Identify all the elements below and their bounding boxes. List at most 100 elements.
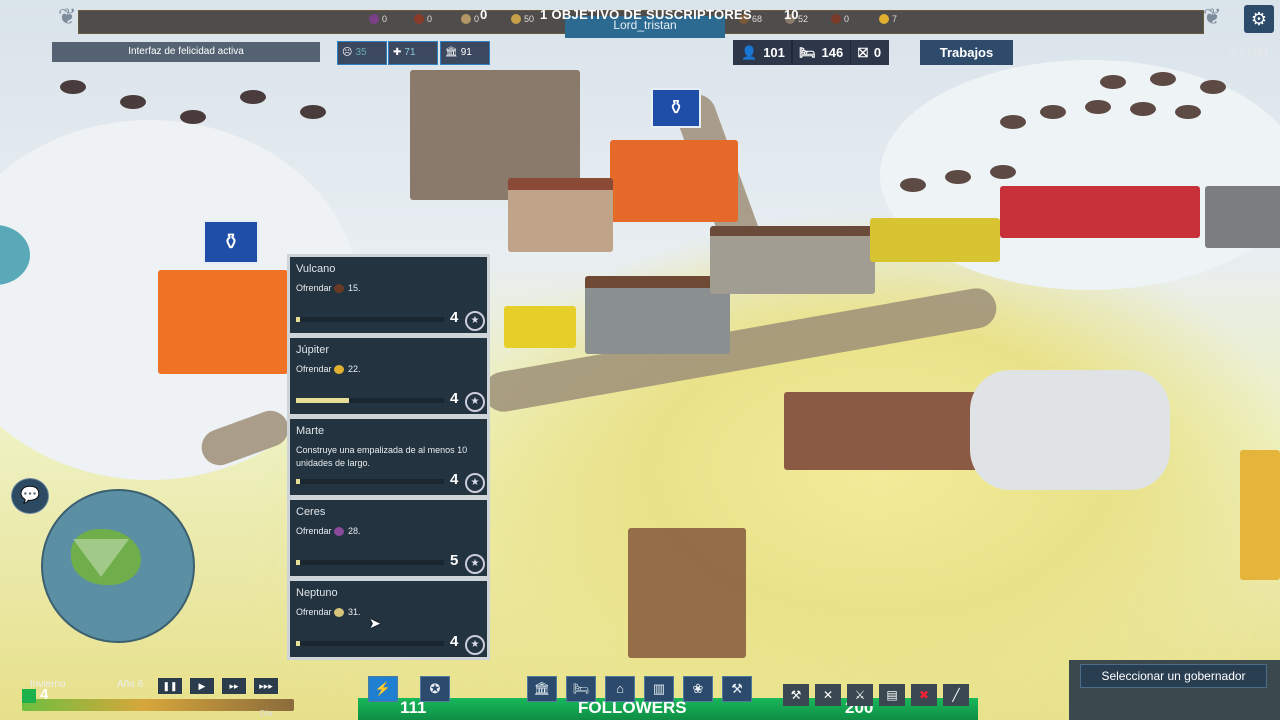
fish-icon <box>333 608 344 618</box>
quarry-pit <box>784 392 984 470</box>
day-progress-bar <box>22 699 294 711</box>
build-tools-button[interactable]: ⚒ <box>722 676 752 702</box>
resource-grapes[interactable]: 0 <box>369 14 387 24</box>
resource-meat[interactable]: 0 <box>414 14 432 24</box>
sword-icon: ⚔ <box>854 688 866 702</box>
favor-star-icon: ★ <box>465 554 485 574</box>
favor-star-icon: ★ <box>465 392 485 412</box>
god-progress-bar <box>296 479 444 484</box>
new-citizen-icon <box>22 689 36 703</box>
god-requirement: Ofrendar 31. <box>296 607 361 618</box>
resource-coin[interactable]: 7 <box>879 14 897 24</box>
housing-stat[interactable]: 🛏 146 <box>791 40 852 65</box>
god-requirement: Ofrendar 22. <box>296 364 361 375</box>
resource-pottery[interactable]: 0 <box>831 14 849 24</box>
mask-icon: ☹ <box>342 47 353 58</box>
god-requirement: Ofrendar 28. <box>296 526 361 537</box>
god-card-ceres[interactable]: Ceres Ofrendar 28. 5 ★ <box>290 500 487 576</box>
spear-icon: ╱ <box>952 688 960 702</box>
year-label: Año 6 <box>117 679 144 690</box>
building-orange <box>158 270 288 374</box>
wall-button[interactable]: ▤ <box>879 684 905 706</box>
version-label: 0.7.1781 <box>1230 47 1269 58</box>
tree <box>1100 75 1126 89</box>
god-progress-fill <box>296 398 350 403</box>
fast-forward-button[interactable]: ▸▸ <box>222 678 246 694</box>
gear-icon: ⚙ <box>1250 9 1268 29</box>
tree <box>1040 105 1066 119</box>
forum <box>710 226 875 294</box>
fast-forward-icon: ▸▸ <box>229 681 239 691</box>
bed-icon: 🛏 <box>799 45 816 60</box>
building-side <box>1240 450 1280 580</box>
tree <box>990 165 1016 179</box>
god-progress-bar <box>296 560 444 565</box>
tree <box>1130 102 1156 116</box>
rock-outcrop <box>970 370 1170 490</box>
power-button[interactable]: ⚡ <box>368 676 398 702</box>
health-stat[interactable]: ✚ 71 <box>388 41 438 65</box>
laurel-icon: ✪ <box>429 681 441 696</box>
god-progress-fill <box>296 641 301 646</box>
god-level: 4 <box>450 633 459 650</box>
temple-marker-icon[interactable]: ⚱ <box>203 220 259 264</box>
tree <box>1175 105 1201 119</box>
pause-button[interactable]: ❚❚ <box>158 678 182 694</box>
resource-fish[interactable]: 0 <box>461 14 479 24</box>
mouse-cursor-icon: ➤ <box>369 615 381 631</box>
jobs-button[interactable]: Trabajos <box>920 40 1013 65</box>
god-progress-bar <box>296 398 444 403</box>
god-card-vulcano[interactable]: Vulcano Ofrendar 15. 4 ★ <box>290 257 487 333</box>
game-world[interactable]: ⚱ ⚱ <box>0 0 1280 720</box>
god-card-neptuno[interactable]: Neptuno Ofrendar 31. 4 ★ <box>290 581 487 657</box>
civic-stat[interactable]: 🏛 91 <box>440 41 490 65</box>
chat-button[interactable]: 💬 <box>11 478 49 514</box>
resource-bread[interactable]: 50 <box>511 14 534 24</box>
jobless-stat[interactable]: ⛝ 0 <box>850 40 890 65</box>
god-card-marte[interactable]: Marte Construye una empalizada de al men… <box>290 419 487 495</box>
wheat-icon: ❀ <box>692 681 704 696</box>
wall-icon: ▤ <box>886 688 898 702</box>
tool-button[interactable]: ⚒ <box>783 684 809 706</box>
god-name: Marte <box>296 425 325 437</box>
god-level: 4 <box>450 390 459 407</box>
demolish-button[interactable]: ✕ <box>815 684 841 706</box>
build-arch-button[interactable]: ⌂ <box>605 676 635 702</box>
building-yellow <box>504 306 576 348</box>
new-citizen-count: 4 <box>40 686 49 703</box>
tree <box>300 105 326 119</box>
temple-icon: 🏛 <box>533 681 551 696</box>
temple-marker-icon[interactable]: ⚱ <box>651 88 701 128</box>
tree <box>240 90 266 104</box>
god-card-jupiter[interactable]: Júpiter Ofrendar 22. 4 ★ <box>290 338 487 414</box>
build-farm-button[interactable]: ❀ <box>683 676 713 702</box>
favor-button[interactable]: ✪ <box>420 676 450 702</box>
god-name: Vulcano <box>296 263 336 275</box>
build-housing-button[interactable]: 🛏 <box>566 676 596 702</box>
minimap[interactable] <box>41 489 195 643</box>
person-icon: 👤 <box>741 45 758 60</box>
happiness-stat[interactable]: ☹ 35 <box>337 41 387 65</box>
tree <box>900 178 926 192</box>
sword-button[interactable]: ⚔ <box>847 684 873 706</box>
spear-button[interactable]: ╱ <box>943 684 969 706</box>
objective-current: 0 <box>480 7 488 22</box>
favor-star-icon: ★ <box>465 473 485 493</box>
day-label: Día <box>260 709 273 718</box>
god-progress-bar <box>296 317 444 322</box>
favor-star-icon: ★ <box>465 311 485 331</box>
pause-icon: ❚❚ <box>162 681 178 691</box>
play-button[interactable]: ▶ <box>190 678 214 694</box>
cancel-button[interactable]: ✖ <box>911 684 937 706</box>
select-governor-button[interactable]: Seleccionar un gobernador <box>1080 664 1267 688</box>
fastest-button[interactable]: ▸▸▸ <box>254 678 278 694</box>
god-requirement: Ofrendar 15. <box>296 283 361 294</box>
settings-button[interactable]: ⚙ <box>1244 5 1274 33</box>
population-stat[interactable]: 👤 101 <box>733 40 793 65</box>
build-temple-button[interactable]: 🏛 <box>527 676 557 702</box>
god-progress-fill <box>296 560 301 565</box>
build-column-button[interactable]: ▥ <box>644 676 674 702</box>
happiness-interface-toggle[interactable]: Interfaz de felicidad activa <box>52 42 320 62</box>
temple-icon: 🏛 <box>445 47 458 58</box>
house-brown <box>508 178 613 252</box>
